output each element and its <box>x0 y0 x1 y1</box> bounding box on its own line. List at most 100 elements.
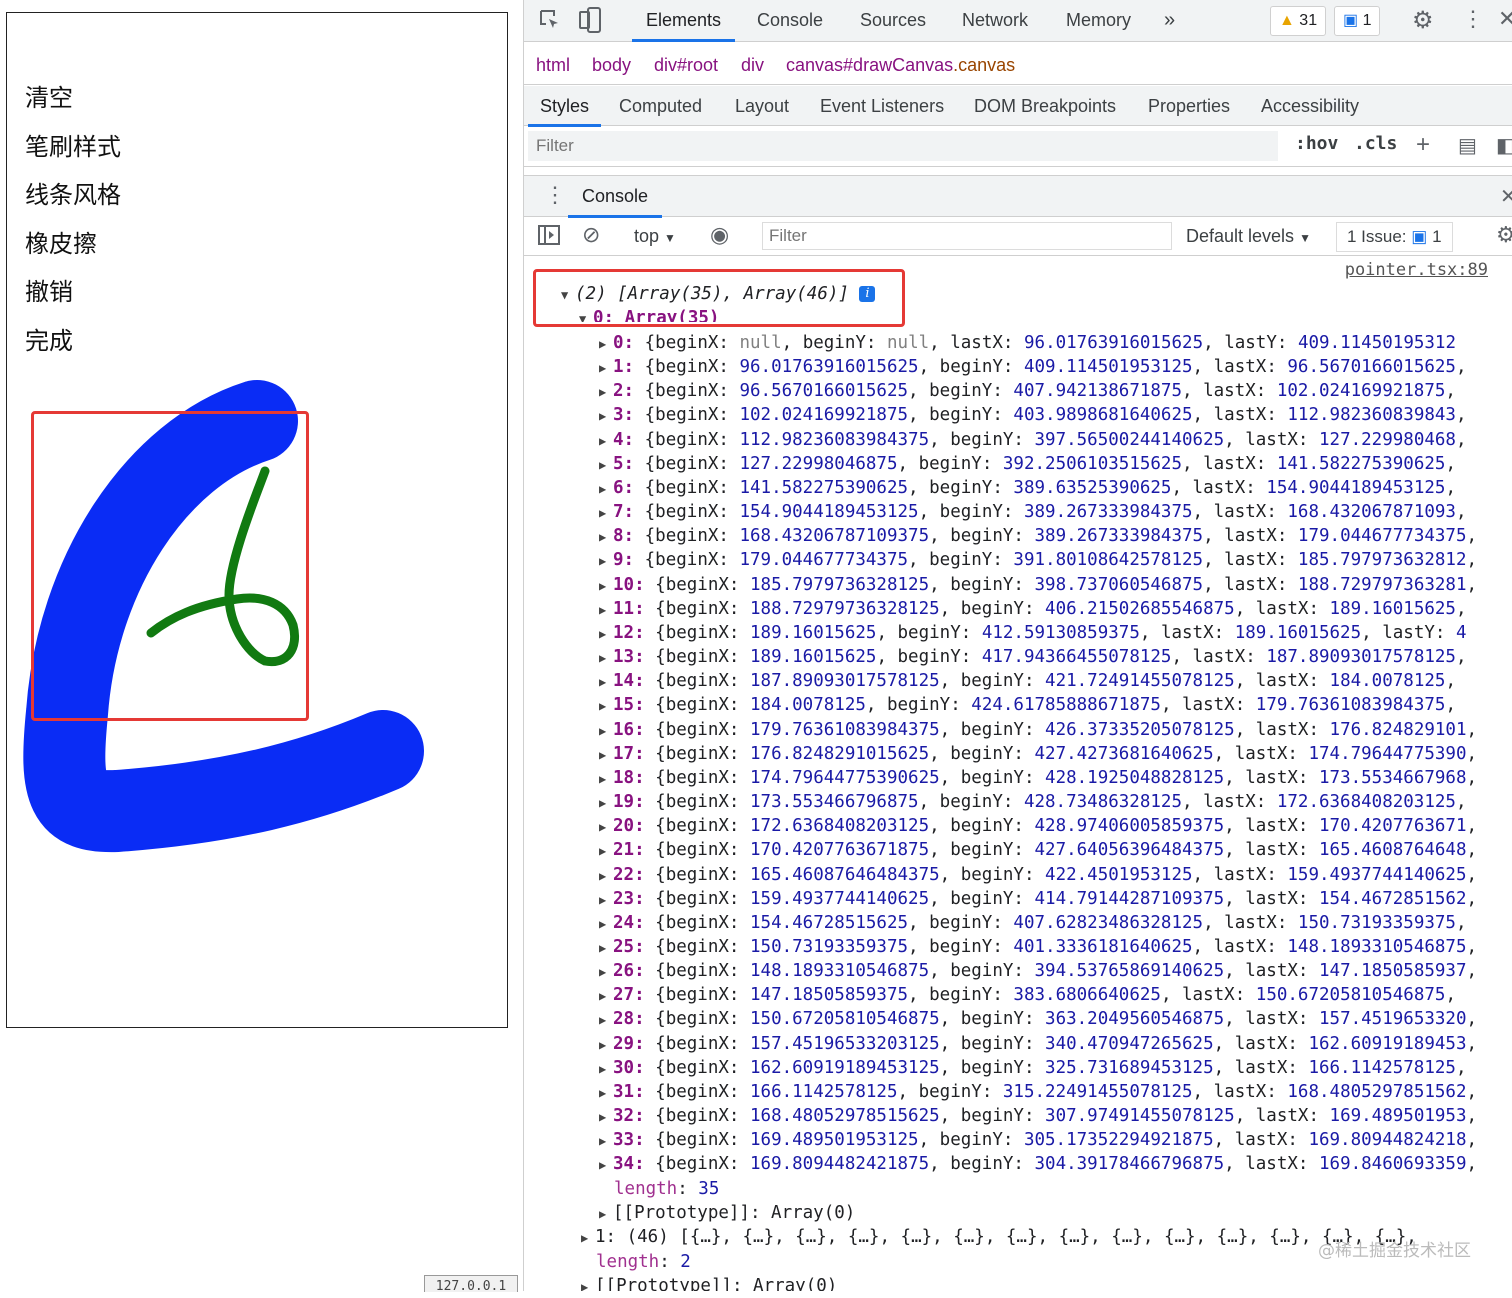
sidebar-toggle-icon[interactable] <box>538 224 560 252</box>
subtab-layout[interactable]: Layout <box>735 86 789 126</box>
drawer-menu-icon[interactable]: ⋮ <box>544 182 566 208</box>
console-entry[interactable]: ▶ 24: {beginX: 154.46728515625, beginY: 4… <box>599 911 1467 935</box>
collapse-triangle-icon[interactable]: ▶ <box>599 404 613 428</box>
menu-item-1[interactable]: 笔刷样式 <box>25 132 121 181</box>
collapse-triangle-icon[interactable]: ▶ <box>599 1105 613 1129</box>
collapse-triangle-icon[interactable]: ▶ <box>599 960 613 984</box>
info-icon[interactable]: i <box>859 286 876 302</box>
device-toolbar-icon[interactable] <box>578 7 602 39</box>
inspect-element-icon[interactable] <box>538 8 562 38</box>
tab-network[interactable]: Network <box>962 0 1028 40</box>
collapse-triangle-icon[interactable]: ▶ <box>599 646 613 670</box>
settings-gear-icon[interactable]: ⚙ <box>1412 6 1434 35</box>
menu-item-4[interactable]: 撤销 <box>25 277 121 326</box>
console-entry[interactable]: ▶ 31: {beginX: 166.1142578125, beginY: 31… <box>599 1080 1477 1104</box>
console-entry[interactable]: ▶ 3: {beginX: 102.024169921875, beginY: 4… <box>599 403 1467 427</box>
collapse-triangle-icon[interactable]: ▶ <box>599 622 613 646</box>
console-entry[interactable]: ▶ 33: {beginX: 169.489501953125, beginY: … <box>599 1128 1477 1152</box>
console-entry[interactable]: ▶ 16: {beginX: 179.76361083984375, beginY… <box>599 718 1477 742</box>
expand-triangle-icon[interactable]: ▼ <box>561 283 575 307</box>
subtab-computed[interactable]: Computed <box>619 86 702 126</box>
console-entry[interactable]: ▶ 18: {beginX: 174.79644775390625, beginY… <box>599 766 1477 790</box>
console-entry[interactable]: ▶ 6: {beginX: 141.582275390625, beginY: 3… <box>599 476 1456 500</box>
collapse-triangle-icon[interactable]: ▶ <box>599 912 613 936</box>
collapse-triangle-icon[interactable]: ▶ <box>599 501 613 525</box>
collapse-triangle-icon[interactable]: ▶ <box>599 1008 613 1032</box>
collapse-triangle-icon[interactable]: ▶ <box>599 1057 613 1081</box>
collapse-triangle-icon[interactable]: ▶ <box>599 549 613 573</box>
source-link[interactable]: pointer.tsx:89 <box>1345 260 1488 280</box>
collapse-triangle-icon[interactable]: ▶ <box>599 1081 613 1105</box>
collapse-triangle-icon[interactable]: ▶ <box>599 767 613 791</box>
console-entry[interactable]: ▶ 1: {beginX: 96.01763916015625, beginY: … <box>599 355 1467 379</box>
close-devtools-icon[interactable]: ✕ <box>1498 6 1512 32</box>
console-entry[interactable]: ▶ 9: {beginX: 179.044677734375, beginY: 3… <box>599 548 1477 572</box>
collapse-triangle-icon[interactable]: ▶ <box>599 743 613 767</box>
console-entry[interactable]: ▶ 32: {beginX: 168.48052978515625, beginY… <box>599 1104 1477 1128</box>
collapse-triangle-icon[interactable]: ▶ <box>599 694 613 718</box>
collapse-triangle-icon[interactable]: ▶ <box>599 839 613 863</box>
collapse-triangle-icon[interactable]: ▶ <box>599 1129 613 1153</box>
subtab-dom-breakpoints[interactable]: DOM Breakpoints <box>974 86 1116 126</box>
breadcrumb-item[interactable]: div#root <box>654 43 718 87</box>
console-entry[interactable]: ▶ 14: {beginX: 187.89093017578125, beginY… <box>599 669 1456 693</box>
console-entry[interactable]: ▶ 8: {beginX: 168.43206787109375, beginY:… <box>599 524 1477 548</box>
array-summary-line[interactable]: ▼ (2) [Array(35), Array(46)] i <box>561 282 876 307</box>
console-entry[interactable]: ▶ 0: {beginX: null, beginY: null, lastX: … <box>599 331 1456 355</box>
console-entry[interactable]: ▶ 30: {beginX: 162.60919189453125, beginY… <box>599 1056 1467 1080</box>
collapse-triangle-icon[interactable]: ▶ <box>599 574 613 598</box>
console-entry[interactable]: ▶ 17: {beginX: 176.8248291015625, beginY:… <box>599 742 1477 766</box>
tab-sources[interactable]: Sources <box>860 0 926 40</box>
issues-button[interactable]: 1 Issue: ▣ 1 <box>1336 222 1453 252</box>
collapse-triangle-icon[interactable]: ▶ <box>599 525 613 549</box>
log-levels-dropdown[interactable]: Default levels ▼ <box>1186 226 1311 247</box>
breadcrumb-item[interactable]: canvas#drawCanvas.canvas <box>786 43 1015 87</box>
array-1-line[interactable]: ▶ 1: (46) [{…}, {…}, {…}, {…}, {…}, {…}, … <box>581 1225 1417 1249</box>
collapse-triangle-icon[interactable]: ▶ <box>599 453 613 477</box>
collapse-triangle-icon[interactable]: ▶ <box>599 380 613 404</box>
breadcrumb-item[interactable]: div <box>741 43 764 87</box>
console-entry[interactable]: ▶ 4: {beginX: 112.98236083984375, beginY:… <box>599 428 1467 452</box>
console-entry[interactable]: ▶ 20: {beginX: 172.6368408203125, beginY:… <box>599 814 1477 838</box>
new-style-rule-icon[interactable]: + <box>1416 131 1430 159</box>
collapse-triangle-icon[interactable]: ▶ <box>599 1153 613 1177</box>
tab-console[interactable]: Console <box>757 0 823 40</box>
console-entry[interactable]: ▶ 2: {beginX: 96.5670166015625, beginY: 4… <box>599 379 1456 403</box>
warnings-badge[interactable]: ▲ 31 <box>1270 6 1327 36</box>
collapse-triangle-icon[interactable]: ▶ <box>599 984 613 1008</box>
menu-item-2[interactable]: 线条风格 <box>25 180 121 229</box>
collapse-triangle-icon[interactable]: ▶ <box>599 815 613 839</box>
collapse-triangle-icon[interactable]: ▶ <box>599 791 613 815</box>
console-entry[interactable]: ▶ 29: {beginX: 157.45196533203125, beginY… <box>599 1032 1477 1056</box>
subtab-event-listeners[interactable]: Event Listeners <box>820 86 944 126</box>
cls-toggle[interactable]: .cls <box>1354 133 1397 154</box>
subtab-accessibility[interactable]: Accessibility <box>1261 86 1359 126</box>
array-0-header[interactable]: ▼ 0: Array(35) <box>579 306 719 322</box>
menu-item-0[interactable]: 清空 <box>25 83 121 132</box>
console-entry[interactable]: ▶ 12: {beginX: 189.16015625, beginY: 412.… <box>599 621 1467 645</box>
tab-console-drawer[interactable]: Console <box>567 176 663 218</box>
collapse-triangle-icon[interactable]: ▶ <box>599 477 613 501</box>
console-entry[interactable]: ▶ 5: {beginX: 127.22998046875, beginY: 39… <box>599 452 1456 476</box>
collapse-triangle-icon[interactable]: ▶ <box>599 670 613 694</box>
menu-item-5[interactable]: 完成 <box>25 326 121 375</box>
tab-elements[interactable]: Elements <box>631 0 736 42</box>
breadcrumb-item[interactable]: body <box>592 43 631 87</box>
console-settings-icon[interactable]: ⚙ <box>1496 222 1512 248</box>
console-filter-input[interactable] <box>762 222 1172 250</box>
collapse-triangle-icon[interactable]: ▶ <box>599 429 613 453</box>
console-entry[interactable]: ▶ 10: {beginX: 185.7979736328125, beginY:… <box>599 573 1477 597</box>
console-entry[interactable]: ▶ 13: {beginX: 189.16015625, beginY: 417.… <box>599 645 1467 669</box>
collapse-triangle-icon[interactable]: ▶ <box>599 864 613 888</box>
console-entry[interactable]: ▶ 11: {beginX: 188.72979736328125, beginY… <box>599 597 1467 621</box>
menu-item-3[interactable]: 橡皮擦 <box>25 229 121 278</box>
styles-filter-input[interactable] <box>528 131 1278 161</box>
console-entry[interactable]: ▶ 7: {beginX: 154.9044189453125, beginY: … <box>599 500 1467 524</box>
expand-triangle-icon[interactable]: ▼ <box>579 307 593 322</box>
clear-console-icon[interactable]: ⊘ <box>582 222 600 248</box>
collapse-triangle-icon[interactable]: ▶ <box>581 1275 595 1291</box>
collapse-triangle-icon[interactable]: ▶ <box>581 1226 595 1250</box>
toggle-sidebar-icon[interactable]: ◧ <box>1496 133 1512 158</box>
console-entry[interactable]: ▶ 21: {beginX: 170.4207763671875, beginY:… <box>599 838 1477 862</box>
live-expression-eye-icon[interactable]: ◉ <box>710 222 729 248</box>
